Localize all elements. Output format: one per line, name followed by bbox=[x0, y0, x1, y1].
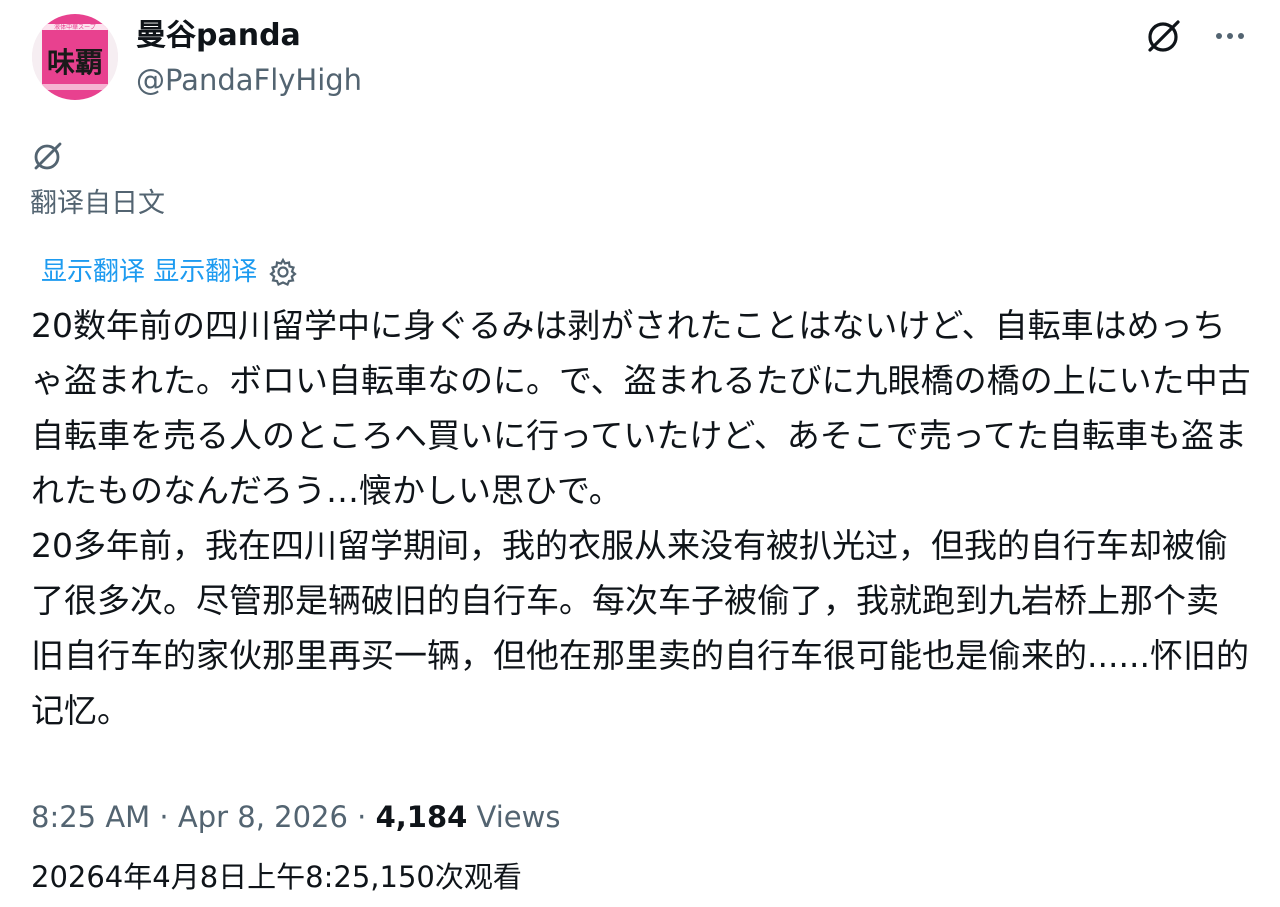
display-name[interactable]: 曼谷panda bbox=[136, 16, 301, 56]
show-translation-link[interactable]: 显示翻译 显示翻译 bbox=[41, 254, 257, 290]
meta-separator: · bbox=[159, 800, 169, 834]
meta-translated-line: 20264年4月8日上午8:25,150次观看 bbox=[31, 860, 522, 894]
post-meta: 8:25 AM · Apr 8, 2026 · 4,184 Views bbox=[31, 796, 560, 838]
header-actions bbox=[1142, 14, 1252, 58]
translation-indicator bbox=[30, 138, 66, 178]
views-label: Views bbox=[476, 800, 561, 834]
post-translated-text: 20多年前，我在四川留学期间，我的衣服从来没有被扒光过，但我的自行车却被偷了很多… bbox=[31, 526, 1249, 730]
avatar-image: 液体中華スープ 味覇 bbox=[32, 14, 118, 100]
user-handle[interactable]: @PandaFlyHigh bbox=[136, 60, 362, 100]
slash-circle-icon bbox=[1148, 20, 1180, 52]
avatar-top-text: 液体中華スープ bbox=[54, 23, 96, 31]
grok-button[interactable] bbox=[1142, 14, 1186, 58]
translation-settings-button[interactable] bbox=[267, 256, 299, 288]
avatar[interactable]: 液体中華スープ 味覇 bbox=[32, 14, 118, 100]
post-time[interactable]: 8:25 AM bbox=[31, 800, 150, 834]
avatar-label: 味覇 bbox=[47, 46, 103, 79]
views-count: 4,184 bbox=[375, 800, 468, 834]
tweet: 液体中華スープ 味覇 曼谷panda @PandaFlyHigh 翻译自日文 显… bbox=[0, 0, 1280, 907]
more-button[interactable] bbox=[1208, 14, 1252, 58]
post-original-text: 20数年前の四川留学中に身ぐるみは剥がされたことはないけど、自転車はめっちゃ盗ま… bbox=[31, 306, 1251, 510]
show-translation-row: 显示翻译 显示翻译 bbox=[41, 254, 299, 290]
translated-from-label: 翻译自日文 bbox=[30, 188, 165, 219]
gear-icon bbox=[269, 257, 298, 286]
more-horizontal-icon bbox=[1216, 33, 1244, 39]
slash-circle-icon bbox=[34, 142, 62, 170]
meta-separator: · bbox=[357, 800, 367, 834]
post-date[interactable]: Apr 8, 2026 bbox=[178, 800, 348, 834]
